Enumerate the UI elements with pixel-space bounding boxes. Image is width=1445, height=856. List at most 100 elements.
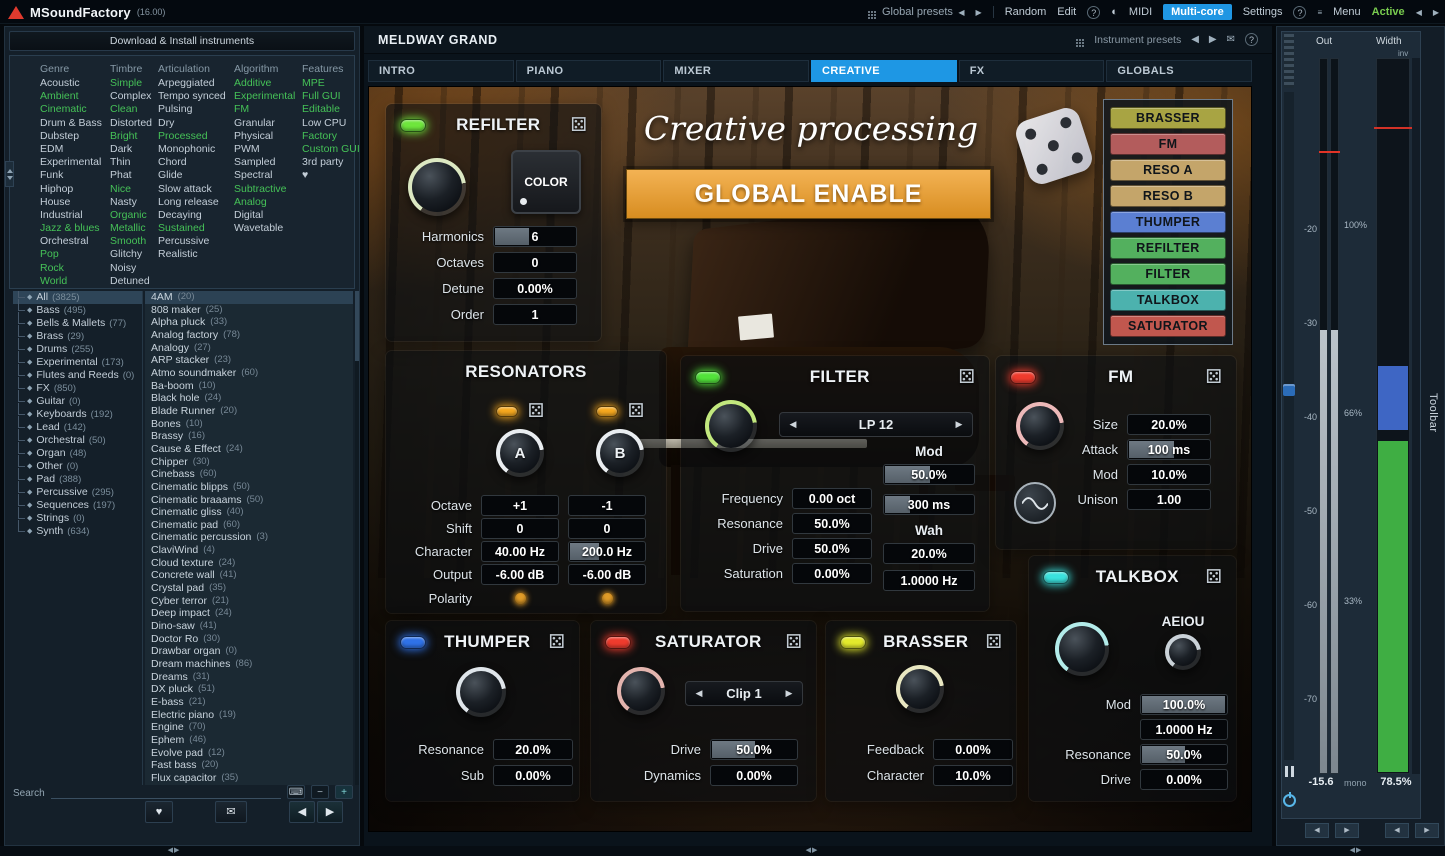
toolbar-next-button[interactable]: ▶	[1415, 823, 1439, 838]
module-toggle-button[interactable]: FILTER	[1110, 263, 1226, 285]
next-preset-button[interactable]: ▶	[317, 801, 343, 823]
filter-item[interactable]: Chord	[158, 156, 226, 169]
randomize-icon[interactable]: ⚄	[528, 402, 545, 421]
module-toggle-button[interactable]: SATURATOR	[1110, 315, 1226, 337]
category-item[interactable]: ◆ Drums (255)	[13, 343, 142, 356]
category-item[interactable]: ◆ Guitar (0)	[13, 395, 142, 408]
param-value-box[interactable]: 0.00%	[493, 278, 577, 299]
thumper-knob[interactable]	[456, 667, 506, 717]
param-value-box[interactable]: 50.0%	[792, 538, 872, 559]
category-item[interactable]: ◆ Bass (495)	[13, 304, 142, 317]
preset-item[interactable]: Dream machines (86)	[145, 658, 353, 671]
param-value-box[interactable]: 0.00%	[933, 739, 1013, 760]
filter-item[interactable]: Subtractive	[234, 183, 295, 196]
module-toggle-button[interactable]: TALKBOX	[1110, 289, 1226, 311]
preset-item[interactable]: Evolve pad (12)	[145, 747, 353, 760]
param-value-box[interactable]: 20.0%	[493, 739, 573, 760]
filter-item[interactable]: Acoustic	[40, 77, 102, 90]
preset-item[interactable]: Alpha pluck (33)	[145, 316, 353, 329]
randomize-icon[interactable]: ⚄	[570, 116, 587, 135]
filter-item[interactable]: Hiphop	[40, 183, 102, 196]
filter-item[interactable]: Physical	[234, 130, 295, 143]
filter-item[interactable]: Orchestral	[40, 235, 102, 248]
randomize-icon[interactable]: ⚄	[628, 402, 645, 421]
active-status[interactable]: Active	[1372, 6, 1405, 18]
color-button[interactable]: COLOR	[511, 150, 581, 214]
toolbar-resize-handle[interactable]: ◀▶	[1344, 846, 1368, 856]
param-value-box[interactable]: 10.0%	[1127, 464, 1211, 485]
resonator-a-knob[interactable]: A	[496, 429, 544, 477]
filter-item[interactable]: Pop	[40, 248, 102, 261]
power-button[interactable]	[1283, 794, 1296, 807]
filter-item[interactable]: Complex	[110, 90, 152, 103]
filter-frequency-knob[interactable]	[705, 400, 757, 452]
undo-button[interactable]: ◀	[958, 8, 964, 17]
tab[interactable]: INTRO	[368, 60, 514, 82]
filter-item[interactable]: Rock	[40, 262, 102, 275]
edit-button[interactable]: Edit	[1057, 6, 1076, 18]
preset-item[interactable]: Cause & Effect (24)	[145, 443, 353, 456]
help-icon[interactable]: ?	[1087, 6, 1100, 19]
randomize-icon[interactable]: ⚄	[1205, 368, 1222, 387]
filter-item[interactable]: Monophonic	[158, 143, 226, 156]
category-item[interactable]: ◆ Keyboards (192)	[13, 408, 142, 421]
filter-item[interactable]: Processed	[158, 130, 226, 143]
category-item[interactable]: ◆ All (3825)	[13, 291, 142, 304]
pause-meters-button[interactable]	[1285, 766, 1294, 777]
module-toggle-button[interactable]: REFILTER	[1110, 237, 1226, 259]
param-value-box[interactable]: 100 ms	[1127, 439, 1211, 460]
filter-item[interactable]: Custom GUI	[302, 143, 360, 156]
keyboard-icon[interactable]: ⌨	[287, 785, 305, 799]
brasser-enable-led[interactable]	[840, 636, 866, 649]
preset-item[interactable]: Cloud texture (24)	[145, 557, 353, 570]
filter-item[interactable]: Slow attack	[158, 183, 226, 196]
download-instruments-button[interactable]: Download & Install instruments	[9, 31, 355, 51]
param-value-box[interactable]: 0.00%	[710, 765, 798, 786]
category-item[interactable]: ◆ Sequences (197)	[13, 499, 142, 512]
preset-item[interactable]: Cinebass (60)	[145, 468, 353, 481]
resonator-a-led[interactable]	[496, 406, 518, 417]
next-button[interactable]: ▶	[1433, 8, 1439, 17]
preset-item[interactable]: Ephem (46)	[145, 734, 353, 747]
preset-item[interactable]: Cinematic percussion (3)	[145, 531, 353, 544]
preset-item[interactable]: Brassy (16)	[145, 430, 353, 443]
preset-item[interactable]: Cinematic pad (60)	[145, 519, 353, 532]
submit-preset-button[interactable]: ✉	[215, 801, 247, 823]
filter-item[interactable]: Tempo synced	[158, 90, 226, 103]
global-presets-button[interactable]: Global presets	[868, 0, 953, 24]
preset-item[interactable]: Crystal pad (35)	[145, 582, 353, 595]
category-item[interactable]: ◆ Synth (634)	[13, 525, 142, 538]
filter-item[interactable]: Percussive	[158, 235, 226, 248]
preset-item[interactable]: Doctor Ro (30)	[145, 633, 353, 646]
filter-item[interactable]: Thin	[110, 156, 152, 169]
multicore-button[interactable]: Multi-core	[1163, 4, 1232, 20]
wah-depth-box[interactable]: 20.0%	[883, 543, 975, 564]
refilter-knob[interactable]	[408, 158, 466, 216]
preset-item[interactable]: Black hole (24)	[145, 392, 353, 405]
main-resize-handle[interactable]: ◀▶	[800, 846, 824, 856]
param-value-a[interactable]: 0	[481, 518, 559, 539]
module-toggle-button[interactable]: RESO B	[1110, 185, 1226, 207]
saturator-mode-selector[interactable]: ◀ Clip 1 ▶	[685, 681, 803, 706]
param-value-box[interactable]: 50.0%	[792, 513, 872, 534]
help-icon[interactable]: ?	[1245, 33, 1258, 46]
prev-mode-icon[interactable]: ◀	[686, 688, 712, 699]
preset-item[interactable]: Cinematic braaams (50)	[145, 494, 353, 507]
filter-item[interactable]: Sampled	[234, 156, 295, 169]
preset-item[interactable]: Concrete wall (41)	[145, 569, 353, 582]
param-value-b[interactable]: 0	[568, 518, 646, 539]
preset-scrollbar-thumb[interactable]	[355, 291, 359, 361]
filter-item[interactable]: Pulsing	[158, 103, 226, 116]
brasser-knob[interactable]	[896, 665, 944, 713]
wah-rate-box[interactable]: 1.0000 Hz	[883, 570, 975, 591]
preset-item[interactable]: Drawbar organ (0)	[145, 645, 353, 658]
global-enable-button[interactable]: GLOBAL ENABLE	[626, 169, 991, 219]
filter-item[interactable]: PWM	[234, 143, 295, 156]
category-item[interactable]: ◆ Lead (142)	[13, 421, 142, 434]
preset-item[interactable]: Blade Runner (20)	[145, 405, 353, 418]
prev-button[interactable]: ◀	[1416, 8, 1422, 17]
polarity-a-toggle[interactable]	[514, 592, 527, 605]
filter-item[interactable]: Granular	[234, 117, 295, 130]
tab[interactable]: CREATIVE	[811, 60, 957, 82]
mod-depth-box[interactable]: 50.0%	[883, 464, 975, 485]
